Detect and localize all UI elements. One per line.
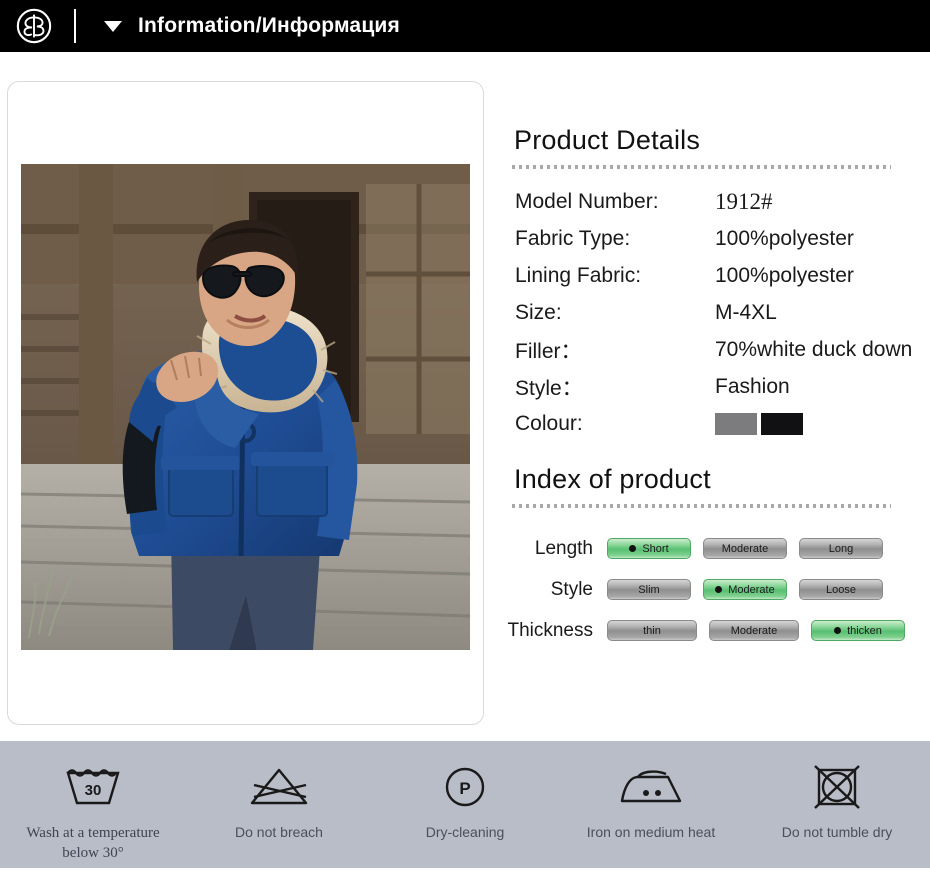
selected-dot-icon	[715, 586, 723, 593]
app-header: Information/Информация	[0, 0, 930, 52]
spec-row-size: Size: M-4XL	[505, 294, 930, 331]
index-label: Style	[550, 578, 593, 600]
option-label: Long	[828, 542, 854, 555]
care-item-do-not-tumble-dry: Do not tumble dry	[744, 741, 930, 842]
dry-cleaning-p-icon: P	[441, 761, 489, 813]
wash-30-icon: 30	[62, 761, 124, 813]
care-item-iron: Iron on medium heat	[558, 741, 744, 842]
option-label: thicken	[847, 624, 882, 637]
index-rows: Length Short Moderate Long Style Slim Mo…	[505, 528, 930, 651]
index-of-product-section: Index of product Length Short Moderate L…	[505, 464, 930, 651]
care-label: Dry-cleaning	[425, 824, 505, 840]
selected-dot-icon	[629, 545, 637, 552]
index-of-product-heading: Index of product	[514, 464, 711, 494]
spec-row-lining-fabric: Lining Fabric: 100%polyester	[505, 257, 930, 294]
option-label: thin	[643, 624, 661, 637]
care-label: Iron on medium heat	[586, 824, 716, 840]
option-label: Short	[642, 542, 669, 555]
option-pill[interactable]: Long	[799, 538, 883, 559]
spec-value: M-4XL	[715, 300, 777, 324]
iron-medium-heat-icon	[616, 761, 686, 813]
spec-value: 100%polyester	[715, 263, 854, 287]
index-divider	[512, 504, 891, 508]
option-pill[interactable]: Slim	[607, 579, 691, 600]
header-divider	[74, 9, 76, 43]
spec-label: Style：	[515, 376, 583, 400]
page-title: Information/Информация	[138, 14, 400, 37]
do-not-tumble-dry-icon	[811, 761, 863, 813]
brand-logo[interactable]	[14, 6, 54, 46]
spec-label: Filler：	[515, 339, 582, 363]
index-row-thickness: Thickness thin Moderate thicken	[505, 610, 930, 651]
index-row-style: Style Slim Moderate Loose	[505, 569, 930, 610]
index-label: Thickness	[507, 619, 593, 641]
care-instructions-strip: 30 Wash at a temperature below 30° Do not…	[0, 741, 930, 868]
option-label: Moderate	[721, 542, 769, 555]
spec-label: Colour:	[515, 411, 583, 435]
details-divider	[512, 165, 891, 169]
spec-row-filler: Filler： 70%white duck down	[505, 331, 930, 368]
pill-track: Short Moderate Long	[607, 538, 883, 559]
do-not-bleach-icon	[246, 761, 312, 813]
option-pill[interactable]: thin	[607, 620, 697, 641]
product-photo	[21, 164, 470, 650]
option-pill[interactable]: Loose	[799, 579, 883, 600]
colour-swatch-group	[715, 412, 803, 435]
colour-swatch-black[interactable]	[761, 412, 803, 435]
option-label: Loose	[826, 583, 856, 596]
option-pill[interactable]: Short	[607, 538, 691, 559]
spec-value: 100%polyester	[715, 226, 854, 250]
svg-text:30: 30	[85, 782, 102, 799]
spec-label: Model Number:	[515, 189, 659, 213]
option-pill[interactable]: Moderate	[709, 620, 799, 641]
pill-track: Slim Moderate Loose	[607, 579, 883, 600]
care-item-dry-cleaning: P Dry-cleaning	[372, 741, 558, 842]
product-image-card	[7, 81, 484, 725]
spec-row-fabric-type: Fabric Type: 100%polyester	[505, 220, 930, 257]
care-label: Wash at a temperature below 30°	[26, 825, 160, 862]
spec-row-model-number: Model Number: 1912#	[505, 183, 930, 220]
care-item-do-not-bleach: Do not breach	[186, 741, 372, 842]
option-label: Moderate	[730, 624, 778, 637]
details-column: Product Details Model Number: 1912# Fabr…	[505, 125, 930, 651]
spec-label: Size:	[515, 300, 562, 324]
brand-monogram-icon	[16, 8, 52, 44]
svg-text:P: P	[459, 779, 470, 798]
option-label: Moderate	[728, 583, 775, 596]
spec-value: Fashion	[715, 374, 790, 398]
index-label: Length	[534, 537, 593, 559]
care-label: Do not breach	[235, 824, 323, 840]
option-pill[interactable]: thicken	[811, 620, 905, 641]
spec-row-colour: Colour:	[505, 405, 930, 442]
triangle-down-icon[interactable]	[104, 20, 122, 32]
spec-row-style: Style： Fashion	[505, 368, 930, 405]
option-pill[interactable]: Moderate	[703, 579, 787, 600]
option-label: Slim	[638, 583, 660, 596]
care-label: Do not tumble dry	[781, 824, 893, 840]
spec-label: Lining Fabric:	[515, 263, 642, 287]
spec-value: 1912#	[715, 188, 773, 214]
index-row-length: Length Short Moderate Long	[505, 528, 930, 569]
colour-swatch-grey[interactable]	[715, 412, 757, 435]
product-photo-illustration	[21, 164, 470, 650]
option-pill[interactable]: Moderate	[703, 538, 787, 559]
spec-list: Model Number: 1912# Fabric Type: 100%pol…	[505, 183, 930, 442]
selected-dot-icon	[834, 627, 842, 634]
spec-label: Fabric Type:	[515, 226, 631, 250]
care-item-wash: 30 Wash at a temperature below 30°	[0, 741, 186, 864]
pill-track: thin Moderate thicken	[607, 620, 905, 641]
spec-value: 70%white duck down	[715, 337, 913, 361]
product-details-heading: Product Details	[514, 125, 701, 155]
